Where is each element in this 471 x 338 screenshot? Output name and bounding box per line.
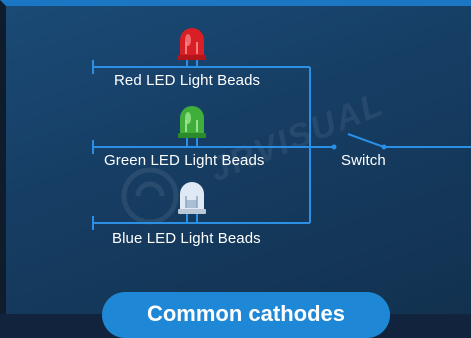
label-blue-led: Blue LED Light Beads — [112, 230, 261, 247]
blue-led-icon — [178, 182, 206, 214]
green-led-icon — [178, 106, 206, 138]
red-led-icon — [178, 28, 206, 60]
common-cathodes-badge: Common cathodes — [102, 292, 390, 338]
label-switch: Switch — [341, 152, 386, 169]
label-green-led: Green LED Light Beads — [104, 152, 265, 169]
label-red-led: Red LED Light Beads — [114, 72, 261, 89]
switch-blade — [347, 133, 385, 148]
logo-watermark-icon — [121, 167, 179, 225]
